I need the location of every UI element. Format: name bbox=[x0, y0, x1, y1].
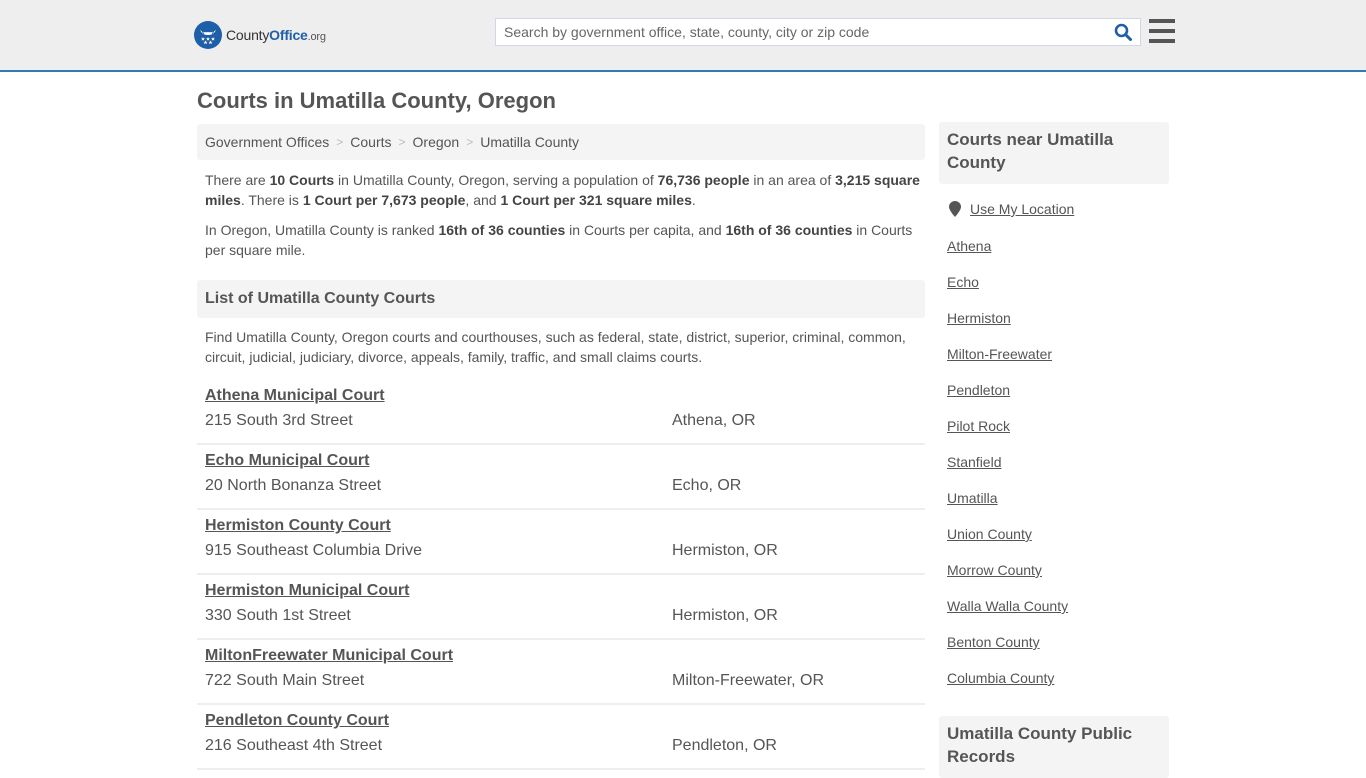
courts-near-heading: Courts near Umatilla County bbox=[939, 122, 1169, 184]
nearby-link-hermiston[interactable]: Hermiston bbox=[947, 308, 1068, 344]
court-address: 330 South 1st Street bbox=[205, 607, 351, 624]
population: 76,736 people bbox=[657, 172, 750, 188]
search-bar bbox=[495, 18, 1141, 46]
text: . There is bbox=[240, 192, 303, 208]
court-list-item: MiltonFreewater Municipal Court 722 Sout… bbox=[197, 640, 925, 705]
logo-brand: Office bbox=[269, 27, 308, 43]
courts-list: Athena Municipal Court 215 South 3rd Str… bbox=[197, 380, 925, 770]
breadcrumb-oregon[interactable]: Oregon bbox=[413, 134, 460, 150]
text: There are bbox=[205, 172, 270, 188]
court-name-link[interactable]: Pendleton County Court bbox=[205, 712, 389, 730]
nearby-link-athena[interactable]: Athena bbox=[947, 236, 1068, 272]
text: in Umatilla County, Oregon, serving a po… bbox=[334, 172, 658, 188]
nearby-link-stanfield[interactable]: Stanfield bbox=[947, 452, 1068, 488]
text: In Oregon, Umatilla County is ranked bbox=[205, 222, 439, 238]
nearby-links: Athena Echo Hermiston Milton-Freewater P… bbox=[947, 236, 1068, 704]
nearby-link-morrow-county[interactable]: Morrow County bbox=[947, 560, 1068, 596]
court-address: 915 Southeast Columbia Drive bbox=[205, 542, 423, 559]
courts-list-description: Find Umatilla County, Oregon courts and … bbox=[205, 329, 906, 365]
hamburger-menu-icon[interactable] bbox=[1149, 19, 1175, 43]
use-my-location-link[interactable]: Use My Location bbox=[970, 201, 1074, 217]
menu-bar bbox=[1149, 39, 1175, 43]
search-icon bbox=[1114, 23, 1132, 41]
court-list-item: Echo Municipal Court 20 North Bonanza St… bbox=[197, 445, 925, 510]
county-summary: There are 10 Courts in Umatilla County, … bbox=[205, 170, 920, 210]
nearby-link-walla-walla-county[interactable]: Walla Walla County bbox=[947, 596, 1068, 632]
nearby-link-umatilla[interactable]: Umatilla bbox=[947, 488, 1068, 524]
use-location: Use My Location bbox=[949, 201, 1074, 217]
court-list-item: Hermiston Municipal Court 330 South 1st … bbox=[197, 575, 925, 640]
nearby-link-milton-freewater[interactable]: Milton-Freewater bbox=[947, 344, 1068, 380]
court-name-link[interactable]: Athena Municipal Court bbox=[205, 387, 385, 405]
court-address: 215 South 3rd Street bbox=[205, 412, 353, 429]
court-city: Echo, OR bbox=[672, 477, 742, 494]
court-count: 10 Courts bbox=[269, 172, 335, 188]
page-title: Courts in Umatilla County, Oregon bbox=[197, 88, 556, 113]
text: in Courts per capita, and bbox=[565, 222, 726, 238]
logo-prefix: County bbox=[226, 27, 270, 43]
site-header: CountyOffice.org bbox=[0, 0, 1366, 72]
court-name-link[interactable]: MiltonFreewater Municipal Court bbox=[205, 647, 453, 665]
search-input[interactable] bbox=[496, 19, 1106, 45]
text: , and bbox=[465, 192, 501, 208]
nearby-link-echo[interactable]: Echo bbox=[947, 272, 1068, 308]
breadcrumb: Government Offices > Courts > Oregon > U… bbox=[197, 124, 925, 160]
rank-per-capita: 16th of 36 counties bbox=[438, 222, 566, 238]
nearby-link-pendleton[interactable]: Pendleton bbox=[947, 380, 1068, 416]
menu-bar bbox=[1149, 29, 1175, 33]
breadcrumb-separator: > bbox=[398, 135, 406, 149]
courts-per-area: 1 Court per 321 square miles bbox=[500, 192, 692, 208]
nearby-link-pilot-rock[interactable]: Pilot Rock bbox=[947, 416, 1068, 452]
logo-wordmark: CountyOffice.org bbox=[226, 27, 326, 43]
county-ranking: In Oregon, Umatilla County is ranked 16t… bbox=[205, 220, 920, 260]
menu-bar bbox=[1149, 19, 1175, 23]
courts-list-heading: List of Umatilla County Courts bbox=[197, 280, 925, 318]
court-address: 216 Southeast 4th Street bbox=[205, 737, 383, 754]
breadcrumb-separator: > bbox=[336, 135, 344, 149]
breadcrumb-separator: > bbox=[466, 135, 474, 149]
breadcrumb-courts[interactable]: Courts bbox=[350, 134, 391, 150]
court-address: 20 North Bonanza Street bbox=[205, 477, 382, 494]
site-logo[interactable]: CountyOffice.org bbox=[194, 21, 326, 49]
breadcrumb-government-offices[interactable]: Government Offices bbox=[205, 134, 329, 150]
rank-per-area: 16th of 36 counties bbox=[725, 222, 853, 238]
court-city: Pendleton, OR bbox=[672, 737, 777, 754]
court-city: Hermiston, OR bbox=[672, 607, 778, 624]
nearby-link-columbia-county[interactable]: Columbia County bbox=[947, 668, 1068, 704]
court-city: Athena, OR bbox=[672, 412, 756, 429]
court-name-link[interactable]: Hermiston County Court bbox=[205, 517, 391, 535]
map-pin-icon bbox=[949, 201, 961, 217]
court-list-item: Pendleton County Court 216 Southeast 4th… bbox=[197, 705, 925, 770]
search-button[interactable] bbox=[1106, 19, 1140, 45]
logo-suffix: .org bbox=[307, 31, 326, 43]
text: . bbox=[691, 192, 696, 208]
courts-per-people: 1 Court per 7,673 people bbox=[302, 192, 466, 208]
nearby-link-benton-county[interactable]: Benton County bbox=[947, 632, 1068, 668]
court-city: Hermiston, OR bbox=[672, 542, 778, 559]
court-city: Milton-Freewater, OR bbox=[672, 672, 825, 689]
court-address: 722 South Main Street bbox=[205, 672, 365, 689]
public-records-heading: Umatilla County Public Records bbox=[939, 716, 1169, 778]
court-name-link[interactable]: Echo Municipal Court bbox=[205, 452, 369, 470]
text: in an area of bbox=[749, 172, 836, 188]
nearby-link-union-county[interactable]: Union County bbox=[947, 524, 1068, 560]
court-list-item: Athena Municipal Court 215 South 3rd Str… bbox=[197, 380, 925, 445]
court-name-link[interactable]: Hermiston Municipal Court bbox=[205, 582, 409, 600]
eagle-stars-logo-icon bbox=[194, 21, 222, 49]
court-list-item: Hermiston County Court 915 Southeast Col… bbox=[197, 510, 925, 575]
breadcrumb-umatilla-county[interactable]: Umatilla County bbox=[480, 134, 579, 150]
